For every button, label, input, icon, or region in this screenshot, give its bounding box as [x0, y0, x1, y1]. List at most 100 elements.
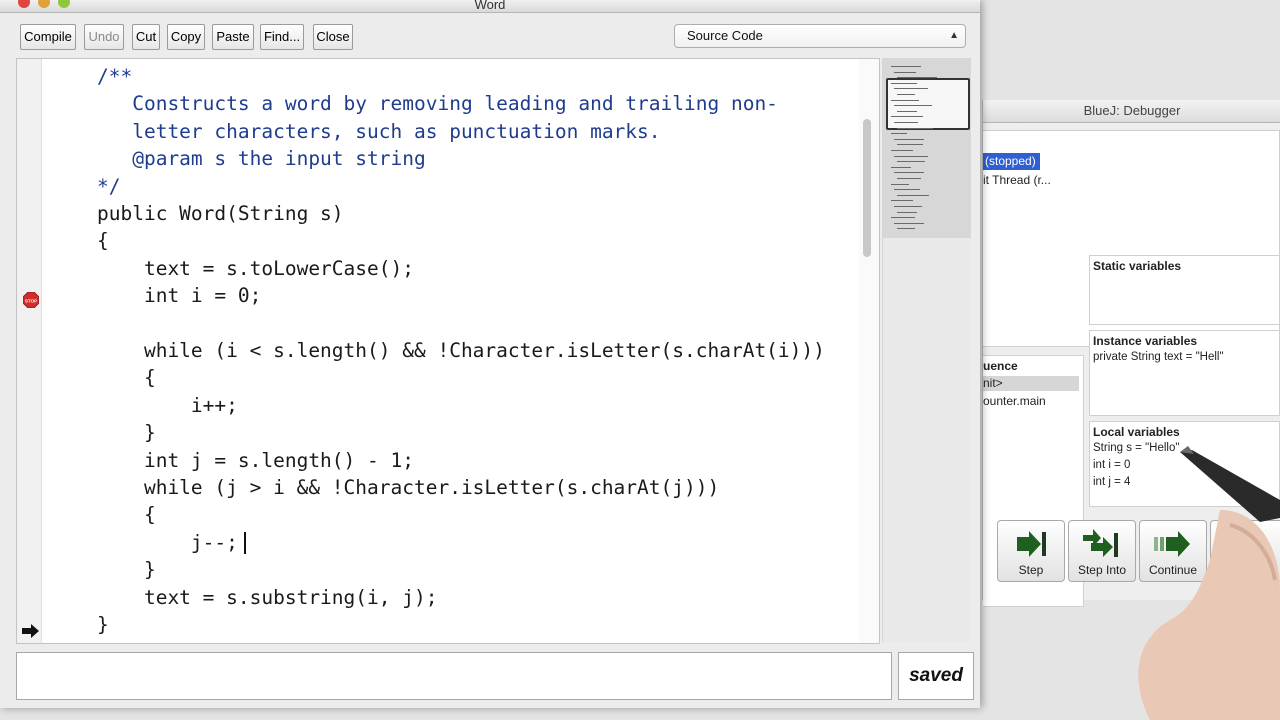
minimize-window-icon[interactable]: [38, 0, 50, 8]
overview-line: [894, 206, 922, 207]
code-line[interactable]: {: [97, 504, 156, 526]
code-line[interactable]: letter characters, such as punctuation m…: [97, 120, 660, 143]
continue-button[interactable]: Continue: [1139, 520, 1207, 582]
overview-line: [897, 94, 915, 95]
instance-variables-panel: Instance variables private String text =…: [1089, 330, 1280, 416]
debugger-title: BlueJ: Debugger: [983, 100, 1280, 123]
overview-line: [894, 222, 924, 224]
overview-line: [891, 200, 913, 202]
svg-text:STOP: STOP: [25, 299, 37, 304]
overview-line: [891, 217, 915, 219]
overview-line: [897, 144, 923, 146]
editor-titlebar: Word: [0, 0, 980, 13]
instance-variables-title: Instance variables: [1093, 334, 1198, 348]
copy-button[interactable]: Copy: [167, 24, 205, 50]
undo-button[interactable]: Undo: [84, 24, 124, 50]
local-variables-title: Local variables: [1093, 425, 1180, 439]
code-line[interactable]: {: [97, 230, 109, 252]
code-line[interactable]: int i = 0;: [97, 285, 261, 307]
code-line[interactable]: }: [97, 422, 156, 444]
overview-line: [894, 71, 916, 73]
debugger-window: BlueJ: Debugger (stopped) it Thread (r..…: [982, 100, 1280, 607]
view-select[interactable]: Source Code ▲: [674, 24, 966, 48]
terminate-label: Termin...: [1227, 563, 1274, 577]
step-label: Step: [1018, 563, 1044, 577]
step-into-button[interactable]: Step Into: [1068, 520, 1136, 582]
paste-button[interactable]: Paste: [212, 24, 254, 50]
scrollbar-thumb[interactable]: [863, 119, 871, 257]
view-select-value: Source Code: [687, 28, 763, 43]
close-window-icon[interactable]: [18, 0, 30, 8]
call-sequence-title: uence: [983, 359, 1018, 373]
overview-line: [897, 228, 915, 230]
text-cursor: [244, 531, 246, 554]
code-line[interactable]: while (j > i && !Character.isLetter(s.ch…: [97, 477, 719, 499]
zoom-window-icon[interactable]: [58, 0, 70, 8]
code-line[interactable]: int j = s.length() - 1;: [97, 449, 414, 472]
instance-variable[interactable]: private String text = "Hell": [1093, 351, 1224, 363]
overview-line: [897, 77, 937, 79]
code-line[interactable]: Constructs a word by removing leading an…: [97, 93, 778, 115]
step-into-label: Step Into: [1077, 563, 1127, 577]
call-sequence-item[interactable]: ounter.main: [983, 394, 1046, 408]
save-status: saved: [898, 652, 974, 700]
overview-line: [897, 211, 917, 213]
code-line[interactable]: j--;: [97, 531, 238, 554]
local-variables-panel: Local variables String s = "Hello" int i…: [1089, 421, 1280, 507]
overview-line: [897, 178, 921, 179]
current-line-arrow-icon: [22, 624, 39, 638]
cut-button[interactable]: Cut: [132, 24, 160, 50]
thread-item-selected[interactable]: (stopped): [983, 153, 1040, 170]
overview-line: [894, 105, 932, 107]
compile-button[interactable]: Compile: [20, 24, 76, 50]
continue-label: Continue: [1148, 563, 1198, 577]
thread-item[interactable]: it Thread (r...: [983, 173, 1051, 187]
message-area: [16, 652, 892, 700]
overview-line: [891, 150, 913, 151]
code-line[interactable]: */: [97, 175, 120, 198]
overview-line: [891, 82, 917, 84]
call-sequence-item-selected[interactable]: nit>: [983, 376, 1079, 391]
code-line[interactable]: {: [97, 367, 156, 389]
code-line[interactable]: @param s the input string: [97, 148, 426, 170]
step-icon: [1017, 531, 1046, 557]
overview-line: [897, 110, 917, 112]
code-line[interactable]: /**: [97, 66, 132, 88]
code-overview-map[interactable]: [882, 58, 971, 642]
overview-line: [894, 138, 924, 140]
code-line[interactable]: text = s.substring(i, j);: [97, 586, 438, 609]
terminate-button[interactable]: Termin...: [1210, 520, 1280, 582]
overview-line: [891, 66, 921, 67]
code-line[interactable]: while (i < s.length() && !Character.isLe…: [97, 340, 825, 362]
updown-arrows-icon: ▲: [949, 30, 959, 41]
code-line[interactable]: public Word(String s): [97, 203, 344, 225]
find-button[interactable]: Find...: [260, 24, 304, 50]
overview-line: [897, 194, 929, 196]
code-line[interactable]: i++;: [97, 394, 238, 417]
overview-line: [897, 127, 933, 129]
editor-window: Word Compile Undo Cut Copy Paste Find...…: [0, 0, 980, 708]
local-variable[interactable]: int i = 0: [1093, 459, 1130, 471]
step-into-icon: [1083, 529, 1118, 557]
code-line[interactable]: }: [97, 614, 109, 636]
editor-title: Word: [474, 0, 506, 12]
continue-icon: [1154, 531, 1190, 557]
overview-line: [891, 133, 907, 135]
local-variable[interactable]: int j = 4: [1093, 476, 1130, 488]
overview-line: [894, 155, 928, 157]
close-button[interactable]: Close: [313, 24, 353, 50]
code-line[interactable]: }: [97, 559, 156, 581]
terminate-icon: [1232, 531, 1256, 557]
static-variables-panel: Static variables: [1089, 255, 1280, 325]
overview-line: [897, 161, 925, 163]
overview-line: [891, 183, 909, 185]
breakpoint-gutter[interactable]: [17, 59, 42, 643]
step-button[interactable]: Step: [997, 520, 1065, 582]
breakpoint-stop-icon[interactable]: STOP: [23, 292, 39, 308]
code-editor[interactable]: STOP /** Constructs a word by removing l…: [16, 58, 880, 644]
local-variable[interactable]: String s = "Hello": [1093, 442, 1179, 454]
code-line[interactable]: text = s.toLowerCase();: [97, 257, 414, 280]
static-variables-title: Static variables: [1093, 259, 1182, 273]
overview-line: [894, 172, 924, 174]
overview-line: [894, 189, 920, 191]
